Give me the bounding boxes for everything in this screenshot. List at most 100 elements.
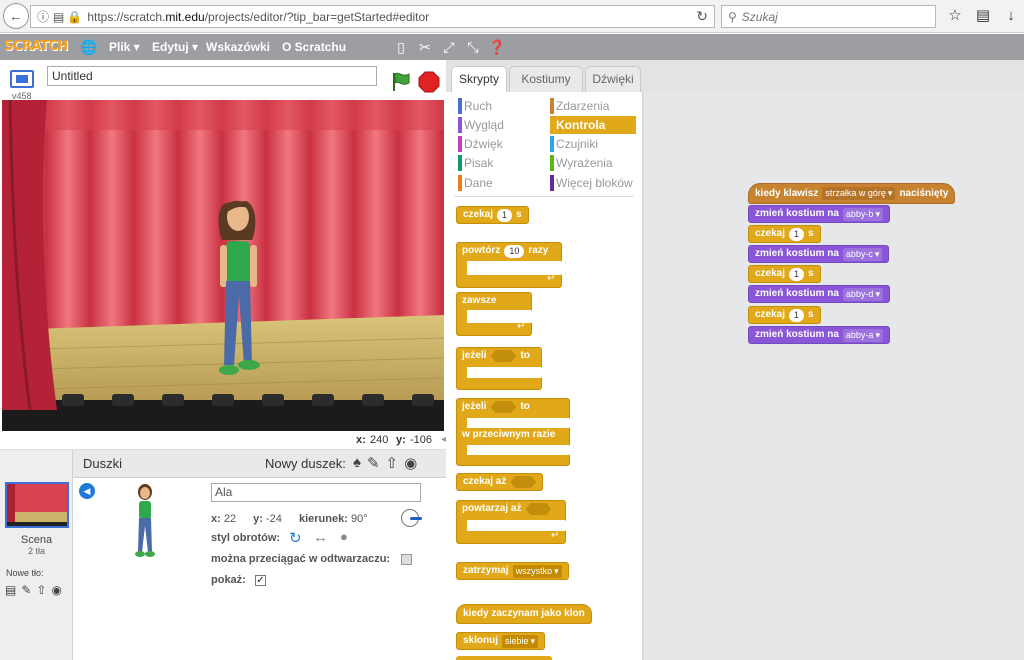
sprite-thumbnail[interactable] — [131, 484, 159, 559]
scene-column: Scena 2 tła Nowe tło: ▤ ✎ ⇧ ◉ — [0, 450, 73, 660]
block-text: zmień kostium na — [755, 288, 839, 299]
category-color-bar — [550, 155, 554, 171]
green-flag-icon[interactable] — [390, 71, 412, 93]
category-sensing[interactable]: Czujniki — [550, 135, 636, 153]
costume-dropdown[interactable]: abby-b ▾ — [842, 207, 883, 221]
rotation-none-icon[interactable]: ● — [340, 529, 348, 544]
block-switch-costume[interactable]: zmień kostium na abby-d ▾ — [748, 285, 890, 303]
category-looks[interactable]: Wygląd — [458, 116, 538, 134]
block-switch-costume[interactable]: zmień kostium na abby-a ▾ — [748, 326, 890, 344]
stop-icon[interactable] — [418, 71, 440, 93]
menu-file[interactable]: Plik ▾ — [109, 34, 140, 60]
number-input[interactable]: 1 — [789, 267, 805, 281]
category-color-bar — [550, 117, 554, 133]
stage[interactable] — [2, 100, 444, 431]
block-when-start-as-clone[interactable]: kiedy zaczynam jako klon — [456, 604, 592, 624]
tab-scripts[interactable]: Skrypty — [451, 66, 507, 93]
category-more-blocks[interactable]: Więcej bloków — [550, 174, 642, 192]
backdrop-camera-icon[interactable]: ◉ — [51, 583, 61, 597]
category-operators[interactable]: Wyrażenia — [550, 154, 636, 172]
block-create-clone[interactable]: sklonuj siebie ▾ — [456, 632, 546, 650]
menu-edit[interactable]: Edytuj ▾ — [152, 34, 198, 60]
info-icon[interactable]: ⓘ — [37, 8, 49, 25]
reload-icon[interactable]: ↻ — [696, 8, 708, 25]
block-forever[interactable]: zawsze ↵ — [456, 292, 533, 336]
sprite-paint-icon[interactable]: ✎ — [367, 454, 380, 472]
category-pen[interactable]: Pisak — [458, 154, 538, 172]
grow-icon[interactable]: ⤢ — [440, 38, 458, 56]
reading-list-icon[interactable]: ▤ — [974, 7, 992, 25]
stop-dropdown[interactable]: wszystko ▾ — [512, 564, 562, 578]
download-icon[interactable]: ↓ — [1002, 7, 1020, 25]
draggable-checkbox[interactable] — [401, 554, 412, 565]
block-text: razy — [528, 245, 549, 256]
number-input[interactable]: 1 — [789, 308, 805, 322]
scene-thumbnail[interactable] — [5, 482, 69, 528]
sprite-upload-icon[interactable]: ⇧ — [386, 454, 399, 472]
scratch-logo[interactable]: SCRATCH — [4, 36, 68, 58]
sprite-info-back-icon[interactable]: ◀ — [79, 483, 95, 499]
shrink-icon[interactable]: ⤡ — [464, 38, 482, 56]
block-text: zawsze — [462, 295, 497, 306]
rotation-all-icon[interactable]: ↻ — [289, 529, 302, 547]
block-switch-costume[interactable]: zmień kostium na abby-b ▾ — [748, 205, 890, 223]
block-wait[interactable]: czekaj 1 s — [748, 265, 821, 283]
sprite-library-icon[interactable]: ♠ — [353, 454, 361, 472]
backdrop-upload-icon[interactable]: ⇧ — [36, 583, 46, 597]
block-wait-until[interactable]: czekaj aż — [456, 473, 544, 491]
duplicate-stamp-icon[interactable]: ▯ — [392, 38, 410, 56]
block-if-then[interactable]: jeżeli to — [456, 347, 543, 390]
category-motion[interactable]: Ruch — [458, 97, 538, 115]
condition-slot[interactable] — [490, 401, 517, 413]
tab-sounds[interactable]: Dźwięki — [585, 66, 641, 92]
category-data[interactable]: Dane — [458, 174, 538, 192]
tab-costumes[interactable]: Kostiumy — [509, 66, 583, 92]
block-repeat-until[interactable]: powtarzaj aż ↵ — [456, 500, 567, 544]
menu-tips[interactable]: Wskazówki — [206, 34, 270, 60]
direction-dial[interactable] — [401, 509, 422, 527]
backdrop-paint-icon[interactable]: ✎ — [21, 583, 31, 597]
script-area[interactable]: kiedy klawisz strzałka w górę ▾ naciśnięt… — [643, 92, 1024, 660]
block-when-key-pressed[interactable]: kiedy klawisz strzałka w górę ▾ naciśnięt… — [748, 183, 956, 204]
block-text: powtórz — [462, 245, 501, 256]
show-checkbox[interactable]: ✓ — [255, 575, 266, 586]
condition-slot[interactable] — [510, 476, 537, 488]
sprite-name-input[interactable]: Ala — [211, 483, 421, 502]
category-sound[interactable]: Dźwięk — [458, 135, 538, 153]
sprite-camera-icon[interactable]: ◉ — [404, 454, 417, 472]
block-wait[interactable]: czekaj 1 s — [748, 306, 821, 324]
block-stop[interactable]: zatrzymaj wszystko ▾ — [456, 562, 569, 580]
project-title-input[interactable]: Untitled — [47, 66, 377, 86]
costume-dropdown[interactable]: abby-a ▾ — [842, 328, 883, 342]
search-input[interactable]: ⚲ Szukaj — [721, 5, 936, 28]
clone-dropdown[interactable]: siebie ▾ — [502, 634, 539, 648]
palette-divider — [454, 196, 634, 197]
address-bar[interactable]: ⓘ ▤ 🔒 https://scratch. mit.edu/projects/e… — [30, 5, 715, 28]
menu-about[interactable]: O Scratchu — [282, 34, 346, 60]
help-icon[interactable]: ❓ — [488, 38, 506, 56]
bookmark-star-icon[interactable]: ☆ — [946, 7, 964, 25]
back-button[interactable]: ← — [3, 3, 29, 29]
number-input[interactable]: 1 — [497, 208, 513, 222]
block-wait[interactable]: czekaj 1 s — [748, 225, 821, 243]
costume-dropdown[interactable]: abby-c ▾ — [842, 247, 883, 261]
block-if-else[interactable]: jeżeli to w przeciwnym razie — [456, 398, 571, 466]
backdrop-library-icon[interactable]: ▤ — [5, 583, 16, 597]
block-repeat[interactable]: powtórz 10 razy ↵ — [456, 242, 563, 288]
condition-slot[interactable] — [525, 503, 552, 515]
costume-dropdown[interactable]: abby-d ▾ — [842, 287, 883, 301]
presentation-mode-icon[interactable] — [10, 70, 34, 88]
block-wait[interactable]: czekaj 1 s — [456, 206, 529, 224]
category-color-bar — [550, 175, 554, 191]
category-control[interactable]: Kontrola — [550, 116, 636, 134]
language-globe-icon[interactable]: 🌐 — [80, 38, 98, 56]
rotation-leftright-icon[interactable]: ↔ — [313, 529, 328, 546]
delete-scissors-icon[interactable]: ✂ — [416, 38, 434, 56]
key-dropdown[interactable]: strzałka w górę ▾ — [822, 187, 896, 200]
number-input[interactable]: 10 — [504, 244, 525, 258]
block-switch-costume[interactable]: zmień kostium na abby-c ▾ — [748, 245, 890, 263]
category-events[interactable]: Zdarzenia — [550, 97, 636, 115]
number-input[interactable]: 1 — [789, 227, 805, 241]
draggable-label: można przeciągać w odtwarzaczu: — [211, 553, 391, 565]
condition-slot[interactable] — [490, 350, 517, 362]
